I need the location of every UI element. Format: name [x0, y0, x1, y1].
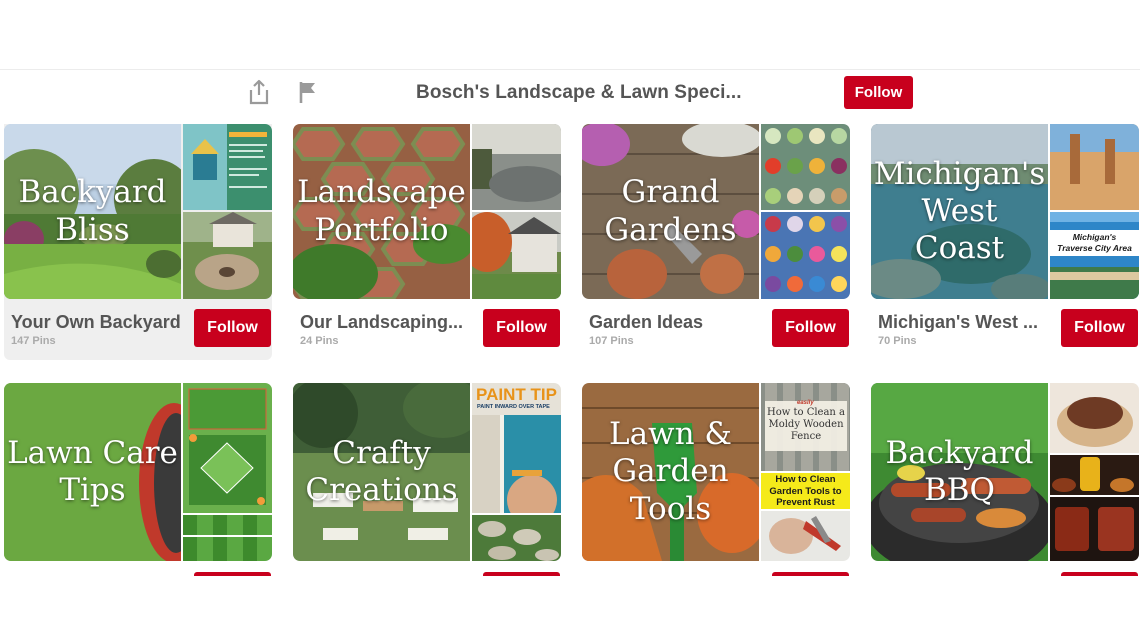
board-card-lawn-care-tips[interactable]: Lawn Care Tips — [4, 383, 272, 576]
board-cover[interactable]: Backyard BBQ — [871, 383, 1139, 561]
cover-title: Lawn & Garden Tools — [608, 416, 733, 527]
board-card-your-own-backyard[interactable]: Backyard Bliss Your Own Backyard 147 Pin… — [4, 124, 272, 360]
pruners-photo — [761, 511, 850, 561]
follow-board-button-peek[interactable] — [483, 572, 560, 576]
header-divider — [0, 69, 1140, 70]
cover-title: Backyard BBQ — [885, 434, 1034, 508]
thumb-stone-patio — [472, 124, 561, 210]
board-cover[interactable]: Lawn Care Tips — [4, 383, 272, 561]
follow-board-button-peek[interactable] — [194, 572, 271, 576]
board-cover[interactable]: Landscape Portfolio — [293, 124, 561, 299]
cover-title: Grand Gardens — [604, 174, 737, 248]
board-cover[interactable]: Lawn & Garden Tools easily How to Clean … — [582, 383, 850, 561]
cover-title: Backyard Bliss — [18, 174, 167, 248]
thumb-ribs — [1050, 497, 1139, 561]
board-card-crafty-creations[interactable]: Crafty Creations PAINT TIP PAINT INWARD … — [293, 383, 561, 576]
board-cover[interactable]: Grand Gardens — [582, 124, 850, 299]
paint-tip-subheading: PAINT INWARD OVER TAPE — [477, 404, 550, 410]
thumb-traverse-city: Michigan's Traverse City Area — [1050, 212, 1139, 299]
board-cover[interactable]: Backyard Bliss — [4, 124, 272, 299]
share-button[interactable] — [245, 78, 273, 106]
follow-board-button[interactable]: Follow — [194, 309, 271, 347]
board-name[interactable]: Our Landscaping... — [300, 312, 478, 333]
page-title: Bosch's Landscape & Lawn Speci... — [416, 82, 742, 103]
cover-title: Crafty Creations — [305, 434, 458, 508]
board-pin-count: 147 Pins — [11, 335, 56, 347]
tools-caption: How to Clean Garden Tools to Prevent Rus… — [769, 474, 842, 508]
board-card-our-landscaping[interactable]: Landscape Portfolio Our Landscaping... 2… — [293, 124, 561, 360]
thumb-pulled-pork — [1050, 383, 1139, 453]
thumb-house-autumn — [472, 212, 561, 299]
cover-title: Michigan's West Coast — [873, 155, 1046, 267]
board-cover[interactable]: Crafty Creations PAINT TIP PAINT INWARD … — [293, 383, 561, 561]
thumb-mowing-pattern-stripes — [183, 515, 272, 561]
share-icon — [249, 79, 269, 105]
thumb-traverse-city-image — [1050, 212, 1139, 299]
follow-board-button-peek[interactable] — [1061, 572, 1138, 576]
thumb-vegetable-chart — [761, 124, 850, 210]
cover-title: Lawn Care Tips — [7, 434, 178, 508]
board-name[interactable]: Garden Ideas — [589, 312, 767, 333]
board-card-michigans-west-coast[interactable]: Michigan's West Coast Michigan's Travers… — [871, 124, 1139, 360]
board-card-lawn-garden-tools[interactable]: Lawn & Garden Tools easily How to Clean … — [582, 383, 850, 576]
fence-caption: How to Clean a Moldy Wooden Fence — [767, 407, 846, 442]
board-name[interactable]: Your Own Backyard — [11, 312, 189, 333]
follow-board-button[interactable]: Follow — [1061, 309, 1138, 347]
thumb-caption: Michigan's Traverse City Area — [1057, 232, 1132, 253]
thumb-paint-tip: PAINT TIP PAINT INWARD OVER TAPE — [472, 383, 561, 513]
follow-board-button[interactable]: Follow — [772, 309, 849, 347]
board-pin-count: 70 Pins — [878, 335, 917, 347]
thumb-dune-hikers — [1050, 124, 1139, 210]
board-card-backyard-bbq[interactable]: Backyard BBQ — [871, 383, 1139, 576]
thumb-clean-fence: easily How to Clean a Moldy Wooden Fence — [761, 383, 850, 471]
flag-icon — [299, 82, 315, 103]
board-name[interactable]: Michigan's West ... — [878, 312, 1056, 333]
thumb-patio-firepit — [183, 212, 272, 299]
follow-board-button-peek[interactable] — [772, 572, 849, 576]
board-pin-count: 24 Pins — [300, 335, 339, 347]
cover-title: Landscape Portfolio — [297, 174, 466, 248]
thumb-flower-chart — [761, 212, 850, 299]
thumb-birdhouse-infographic — [183, 124, 272, 210]
thumb-mowing-pattern-diamonds — [183, 383, 272, 513]
follow-profile-button[interactable]: Follow — [844, 76, 913, 109]
board-cover[interactable]: Michigan's West Coast Michigan's Travers… — [871, 124, 1139, 299]
paint-tip-heading: PAINT TIP — [476, 385, 557, 404]
fence-note: easily — [797, 400, 814, 406]
board-header-bar: Bosch's Landscape & Lawn Speci... Follow — [0, 0, 1140, 112]
paint-tip-photo — [472, 415, 561, 513]
thumb-stepping-stones — [472, 515, 561, 561]
board-card-garden-ideas[interactable]: Grand Gardens Garden Ideas 107 Pins Foll… — [582, 124, 850, 360]
report-flag-button[interactable] — [294, 78, 322, 106]
thumb-clean-tools: How to Clean Garden Tools to Prevent Rus… — [761, 473, 850, 561]
follow-board-button[interactable]: Follow — [483, 309, 560, 347]
board-pin-count: 107 Pins — [589, 335, 634, 347]
thumb-bbq-sauces — [1050, 455, 1139, 495]
